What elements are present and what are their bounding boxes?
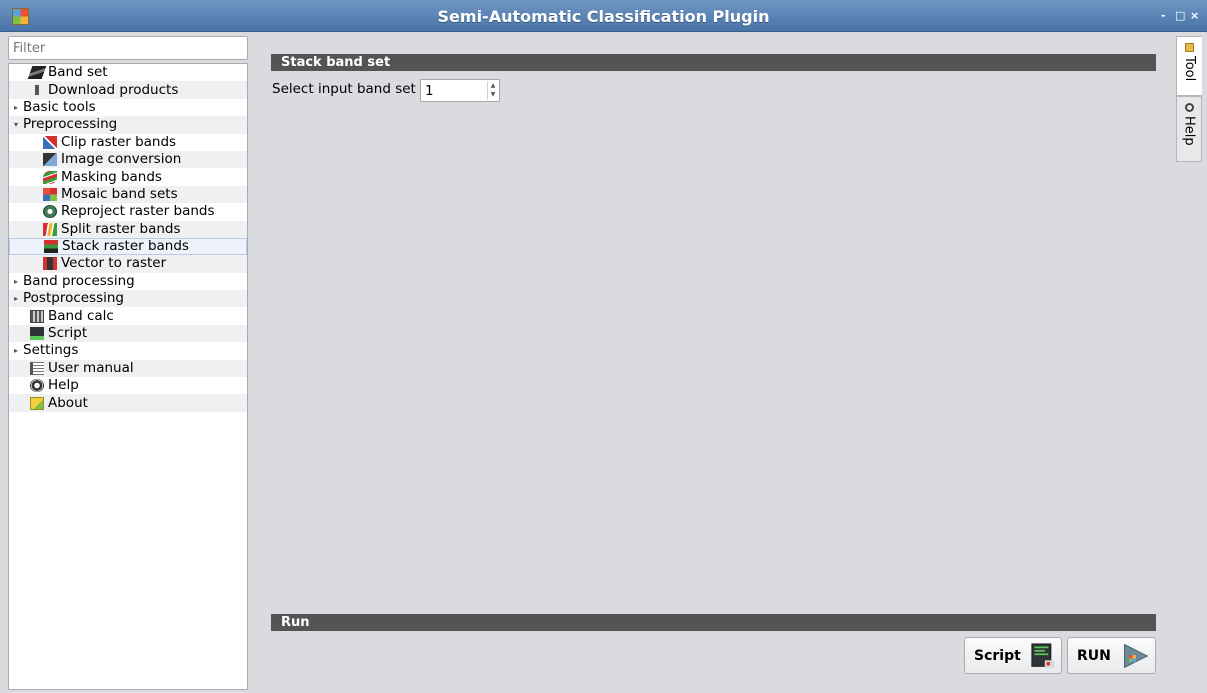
tree-item-label: Band set bbox=[48, 64, 108, 81]
split-icon bbox=[43, 222, 57, 236]
tree-item-mosaic-band-sets[interactable]: Mosaic band sets bbox=[9, 185, 247, 204]
tree-item-label: Mosaic band sets bbox=[61, 185, 178, 202]
tree-item-stack-raster-bands[interactable]: Stack raster bands bbox=[9, 237, 247, 256]
expand-arrow-icon[interactable]: ▸ bbox=[11, 99, 21, 116]
window-title: Semi-Automatic Classification Plugin bbox=[437, 7, 770, 26]
tree-item-image-conversion[interactable]: Image conversion bbox=[9, 150, 247, 169]
tree-item-label: Clip raster bands bbox=[61, 133, 177, 150]
tree-item-label: Vector to raster bbox=[61, 255, 167, 272]
maximize-button[interactable]: □ bbox=[1175, 9, 1185, 22]
tree-item-label: Help bbox=[48, 377, 79, 394]
script-icon bbox=[30, 327, 44, 341]
band-set-value: 1 bbox=[425, 83, 434, 99]
tree-item-label: Download products bbox=[48, 81, 179, 98]
tree-item-label: Band processing bbox=[23, 272, 135, 289]
section-header-run: Run bbox=[271, 614, 1156, 631]
tree-item-band-calc[interactable]: Band calc bbox=[9, 307, 247, 324]
side-tabs: Tool Help bbox=[1176, 36, 1202, 166]
tab-tool[interactable]: Tool bbox=[1176, 36, 1202, 96]
tab-help-label: Help bbox=[1181, 116, 1197, 146]
section-header-stack-band-set: Stack band set bbox=[271, 54, 1156, 71]
mosaic-icon bbox=[43, 187, 57, 201]
help-icon bbox=[30, 379, 44, 393]
reproject-icon bbox=[43, 205, 57, 219]
tree-item-label: User manual bbox=[48, 359, 134, 376]
close-button[interactable]: × bbox=[1190, 9, 1199, 22]
run-button[interactable]: RUN bbox=[1067, 637, 1156, 674]
script-icon bbox=[1031, 642, 1055, 668]
tree-item-masking-bands[interactable]: Masking bands bbox=[9, 168, 247, 185]
tree-item-label: Script bbox=[48, 325, 88, 342]
expand-arrow-icon[interactable]: ▸ bbox=[11, 342, 21, 359]
tree-item-label: Image conversion bbox=[61, 151, 182, 168]
tree-item-reproject-raster-bands[interactable]: Reproject raster bands bbox=[9, 203, 247, 220]
masking-icon bbox=[43, 170, 57, 184]
help-tab-icon bbox=[1184, 103, 1194, 112]
tree-item-label: Postprocessing bbox=[23, 290, 124, 307]
tree-item-label: Basic tools bbox=[23, 98, 96, 115]
tree-item-label: Reproject raster bands bbox=[61, 203, 215, 220]
tree-item-label: Stack raster bands bbox=[62, 238, 189, 255]
tree-item-preprocessing[interactable]: ▾ Preprocessing bbox=[9, 116, 247, 134]
script-button[interactable]: Script bbox=[964, 637, 1062, 674]
tree-item-vector-to-raster[interactable]: Vector to raster bbox=[9, 255, 247, 273]
tool-tree: Band set Download products ▸ Basic tools ▾ Pr… bbox=[8, 63, 248, 690]
tree-item-split-raster-bands[interactable]: Split raster bands bbox=[9, 220, 247, 238]
tab-help[interactable]: Help bbox=[1176, 96, 1202, 162]
expand-arrow-icon[interactable]: ▸ bbox=[11, 290, 21, 307]
download-icon bbox=[30, 83, 44, 97]
tree-item-label: About bbox=[48, 394, 88, 411]
tree-item-label: Band calc bbox=[48, 307, 114, 324]
tree-item-about[interactable]: About bbox=[9, 394, 247, 412]
tree-item-help[interactable]: Help bbox=[9, 377, 247, 394]
image-conversion-icon bbox=[43, 153, 57, 167]
tree-item-label: Split raster bands bbox=[61, 220, 181, 237]
minimize-button[interactable]: - bbox=[1161, 9, 1166, 22]
calculator-icon bbox=[30, 309, 44, 323]
about-icon bbox=[30, 396, 44, 410]
run-icon bbox=[1123, 643, 1149, 668]
spinbox-arrows[interactable]: ▲ ▼ bbox=[487, 81, 498, 100]
tree-item-postprocessing[interactable]: ▸ Postprocessing bbox=[9, 290, 247, 308]
tree-item-band-processing[interactable]: ▸ Band processing bbox=[9, 273, 247, 290]
tree-item-clip-raster-bands[interactable]: Clip raster bands bbox=[9, 134, 247, 151]
tree-item-user-manual[interactable]: User manual bbox=[9, 359, 247, 378]
script-button-label: Script bbox=[974, 647, 1021, 664]
window-titlebar: Semi-Automatic Classification Plugin - □… bbox=[0, 0, 1207, 32]
stack-icon bbox=[44, 240, 58, 254]
collapse-arrow-icon[interactable]: ▾ bbox=[11, 116, 21, 133]
tool-tab-icon bbox=[1185, 43, 1194, 52]
tree-item-label: Settings bbox=[23, 342, 79, 359]
expand-arrow-icon[interactable]: ▸ bbox=[11, 273, 21, 290]
band-set-spinbox[interactable]: 1 ▲ ▼ bbox=[420, 79, 500, 102]
tree-item-download-products[interactable]: Download products bbox=[9, 81, 247, 99]
vector-to-raster-icon bbox=[43, 257, 57, 271]
tree-item-label: Preprocessing bbox=[23, 116, 118, 133]
filter-input[interactable] bbox=[8, 36, 248, 60]
run-button-label: RUN bbox=[1077, 647, 1111, 664]
tree-item-script[interactable]: Script bbox=[9, 324, 247, 343]
manual-icon bbox=[30, 361, 44, 375]
tree-item-label: Masking bands bbox=[61, 168, 162, 185]
band-set-icon bbox=[27, 66, 47, 80]
tree-item-basic-tools[interactable]: ▸ Basic tools bbox=[9, 99, 247, 116]
tab-tool-label: Tool bbox=[1182, 56, 1197, 82]
tree-item-settings[interactable]: ▸ Settings bbox=[9, 342, 247, 359]
band-set-label: Select input band set bbox=[272, 81, 416, 97]
tree-item-band-set[interactable]: Band set bbox=[9, 64, 247, 81]
clip-icon bbox=[43, 135, 57, 149]
